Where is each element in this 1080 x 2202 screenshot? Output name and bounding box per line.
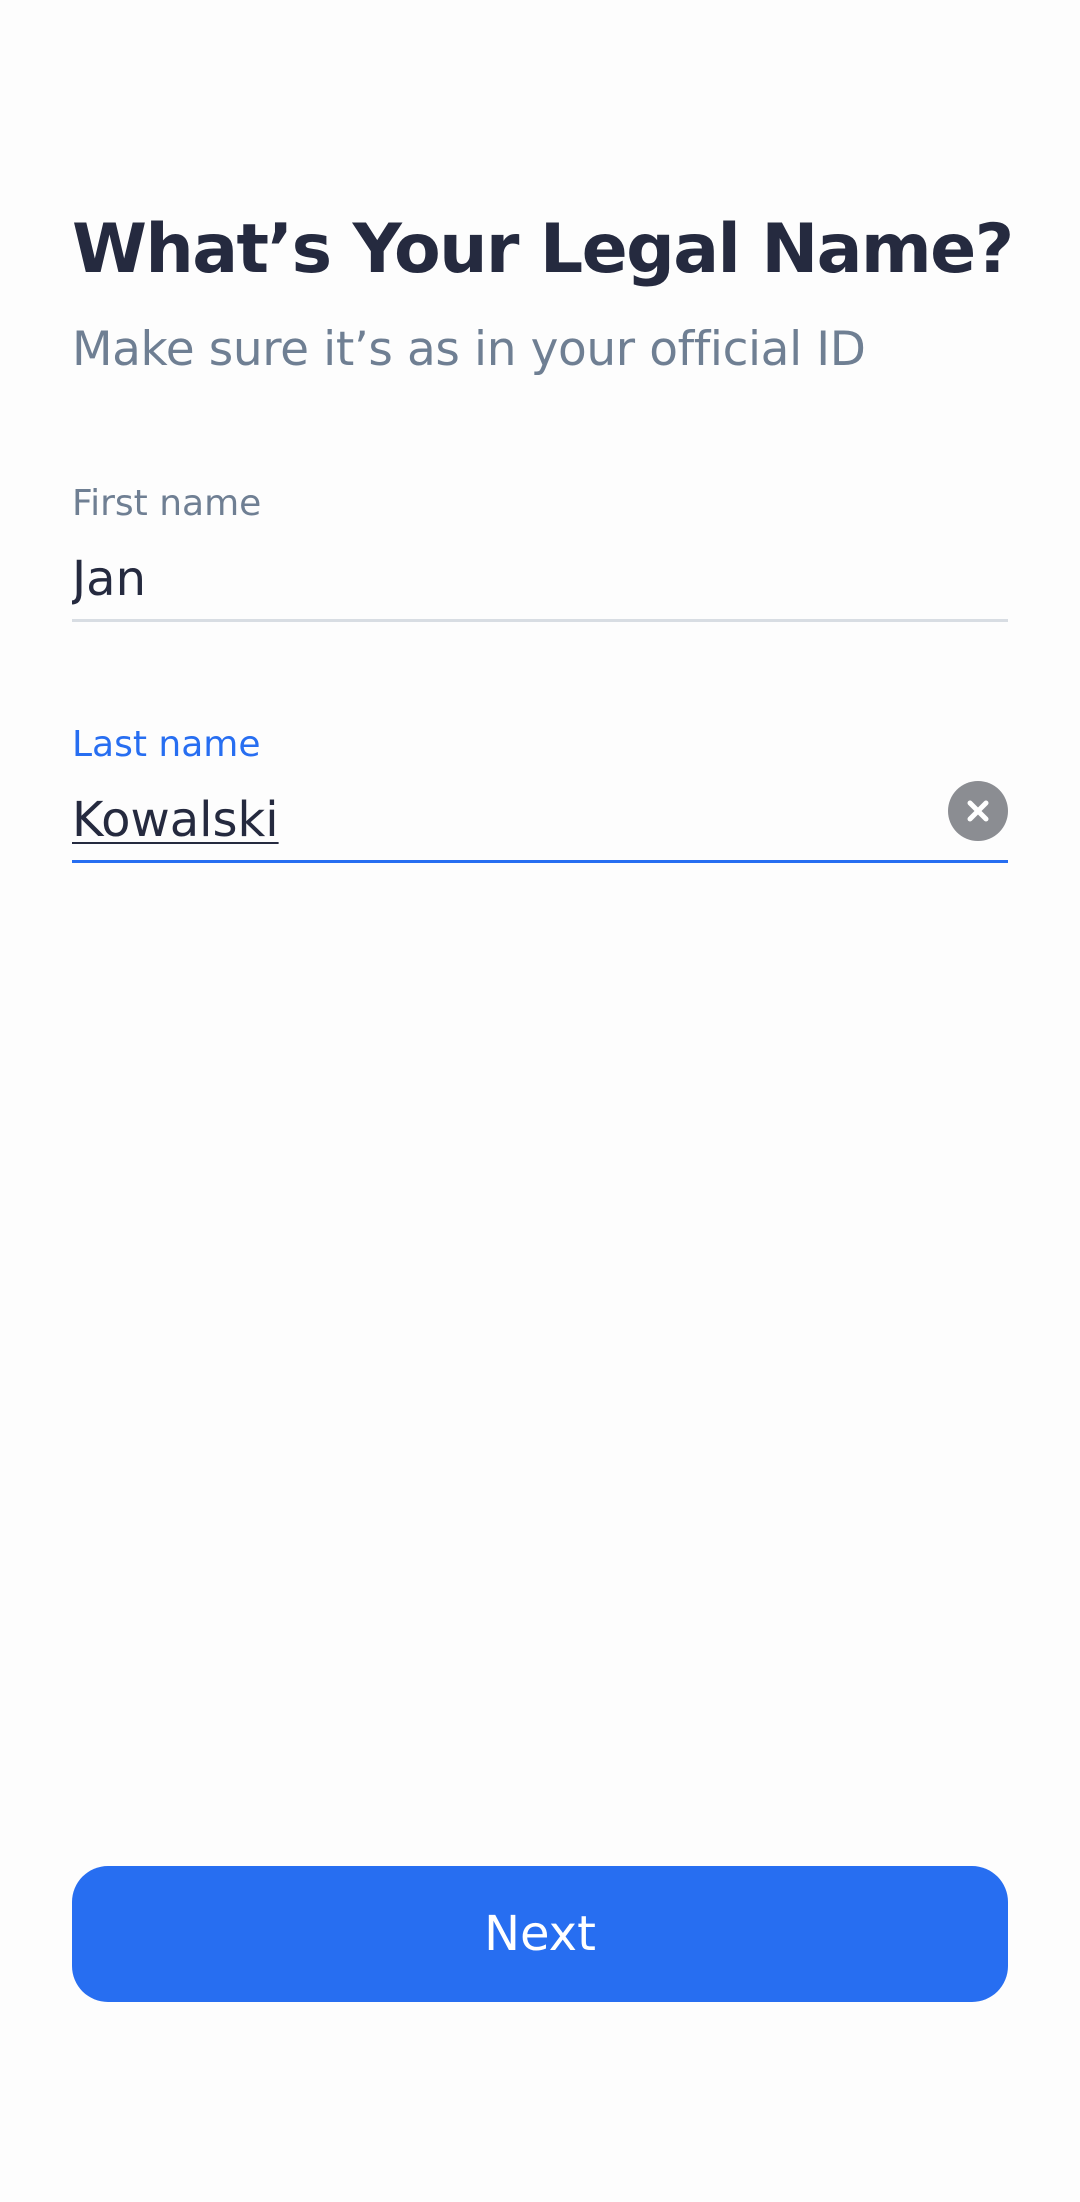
- page-title: What’s Your Legal Name?: [72, 210, 1014, 289]
- last-name-underline: [72, 860, 1008, 863]
- first-name-underline: [72, 619, 1008, 622]
- first-name-label: First name: [72, 483, 262, 524]
- legal-name-screen: What’s Your Legal Name? Make sure it’s a…: [0, 0, 1080, 2202]
- next-button[interactable]: Next: [72, 1866, 1008, 2002]
- clear-last-name-button[interactable]: [948, 781, 1008, 841]
- first-name-input[interactable]: [72, 546, 932, 612]
- last-name-input[interactable]: [72, 787, 932, 853]
- last-name-label: Last name: [72, 724, 261, 765]
- first-name-field: First name: [72, 470, 1008, 622]
- last-name-field: Last name: [72, 711, 1008, 863]
- page-subtitle: Make sure it’s as in your official ID: [72, 322, 866, 377]
- close-icon: [967, 800, 989, 822]
